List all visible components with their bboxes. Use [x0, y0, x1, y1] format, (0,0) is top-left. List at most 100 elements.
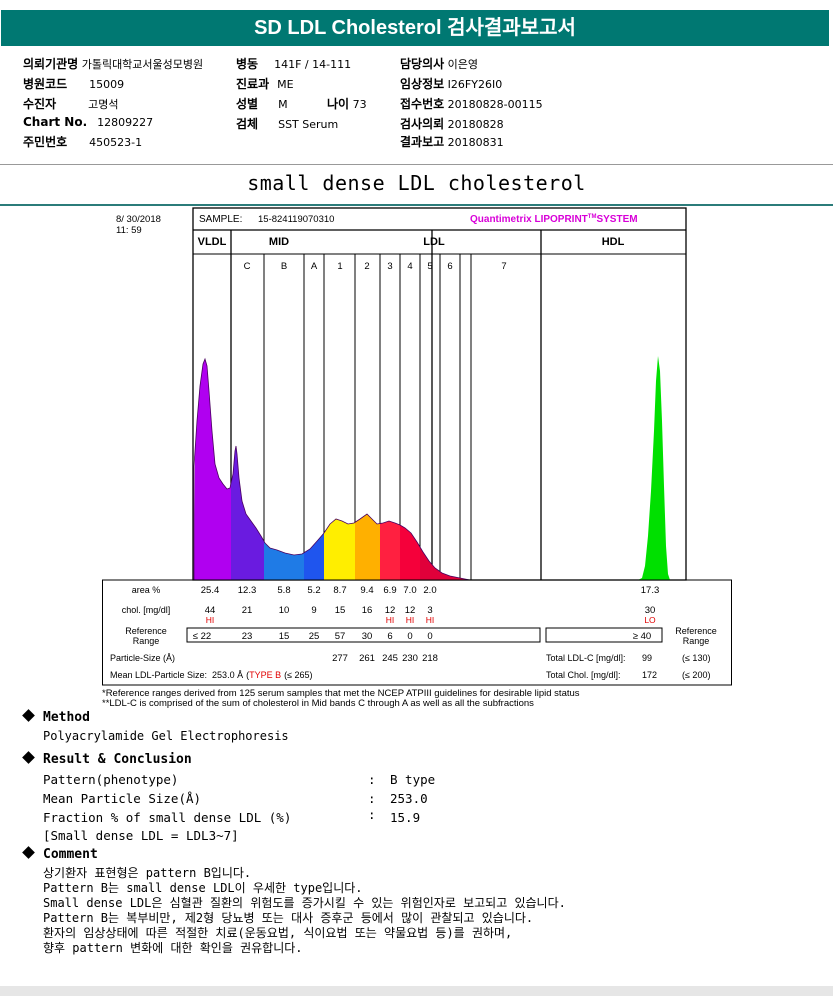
curve-segment-5 [324, 519, 355, 580]
chol-value: 16 [362, 605, 373, 616]
band-label: B [281, 261, 287, 272]
group-label-ldl: LDL [423, 236, 445, 248]
info-label: 담당의사 [400, 57, 445, 71]
chart-date: 8/ 30/2018 [116, 214, 161, 225]
ref-value: 6 [387, 631, 392, 642]
info-value: 12809227 [97, 116, 154, 129]
area-value: 9.4 [360, 585, 373, 596]
method-text: Polyacrylamide Gel Electrophoresis [43, 729, 289, 743]
result-value-size: 253.0 [390, 791, 428, 806]
info-value: 15009 [89, 78, 125, 91]
ref-value: 15 [279, 631, 290, 642]
mean-size-type: TYPE B [249, 670, 281, 680]
result-label: Pattern(phenotype) [43, 772, 179, 787]
info-value: 20180828-00115 [447, 98, 543, 111]
total-ldl-value: 99 [642, 653, 652, 663]
info-label: Chart No. [23, 115, 88, 129]
ref-value: 0 [407, 631, 412, 642]
chol-value: 9 [311, 605, 316, 616]
info-ward: 병동 141F / 14-111 [236, 55, 351, 72]
chol-value: 15 [335, 605, 346, 616]
chart-sample-id: 15-824119070310 [258, 214, 334, 225]
info-request-date: 검사의뢰 20180828 [400, 115, 504, 132]
band-label: A [311, 261, 318, 272]
info-label: 병동 [236, 57, 259, 71]
info-department: 진료과 ME [236, 75, 294, 92]
info-label: 접수번호 [400, 97, 445, 111]
result-heading-text: Result & Conclusion [43, 752, 192, 767]
group-label-vldl: VLDL [198, 236, 227, 248]
result-colon: : [368, 772, 376, 787]
particle-size-value: 245 [382, 653, 398, 664]
info-value: 450523-1 [89, 136, 143, 149]
particle-size-value: 277 [332, 653, 348, 664]
particle-size-label: Particle-Size (Å) [110, 653, 175, 663]
info-sex: 성별 M [236, 95, 288, 112]
band-label: 4 [407, 261, 412, 272]
comment-line: 향후 pattern 변화에 대한 확인을 권유합니다. [43, 941, 303, 955]
band-label: 7 [501, 261, 506, 272]
result-label: Mean Particle Size(Å) [43, 791, 202, 806]
info-value: 고명석 [88, 98, 119, 111]
lipoprint-title: small dense LDL cholesterol [247, 171, 586, 195]
band-label: 6 [447, 261, 452, 272]
band-label: 1 [337, 261, 342, 272]
total-chol-label: Total Chol. [mg/dl]: [546, 670, 621, 680]
chart-sample-label: SAMPLE: [199, 214, 242, 225]
info-value: ME [277, 78, 294, 91]
band-label: 5 [427, 261, 432, 272]
info-value: 가톨릭대학교서울성모병원 [81, 58, 204, 71]
info-age: 나이 73 [327, 95, 367, 112]
info-label: 검체 [236, 117, 259, 131]
area-label: area % [132, 585, 161, 595]
chol-label: chol. [mg/dl] [122, 605, 171, 615]
info-label: 결과보고 [400, 135, 445, 149]
info-label: 주민번호 [23, 135, 68, 149]
info-chart-no: Chart No. 12809227 [23, 115, 153, 129]
ref-label-2: Range [133, 636, 160, 646]
lipoprint-chart: 8/ 30/2018 11: 59 SAMPLE: 15-82411907031… [102, 206, 732, 686]
band-label: C [244, 261, 251, 272]
info-value: 141F / 14-111 [274, 58, 352, 71]
ref-value: 30 [362, 631, 373, 642]
group-label-hdl: HDL [602, 236, 625, 248]
info-label: 성별 [236, 97, 259, 111]
ref-value: ≤ 22 [193, 631, 211, 642]
ref-value: ≥ 40 [633, 631, 651, 642]
report-title: SD LDL Cholesterol 검사결과보고서 [1, 10, 829, 46]
info-clinical: 임상정보 I26FY26I0 [400, 75, 502, 92]
info-doctor: 담당의사 이은영 [400, 55, 478, 72]
chart-brand: Quantimetrix LIPOPRINTTMSYSTEM [470, 214, 638, 225]
ref-value: 23 [242, 631, 253, 642]
info-patient-name: 수진자 고명석 [23, 95, 119, 112]
info-hospital: 의뢰기관명 가톨릭대학교서울성모병원 [23, 55, 203, 72]
info-hospital-code: 병원코드 15009 [23, 75, 124, 92]
info-value: 20180831 [447, 136, 504, 149]
particle-size-value: 230 [402, 653, 418, 664]
result-colon: : [368, 791, 376, 806]
info-specimen: 검체 SST Serum [236, 115, 338, 132]
area-value: 5.8 [277, 585, 290, 596]
info-resident-no: 주민번호 450523-1 [23, 133, 142, 150]
method-heading: Method [22, 709, 90, 725]
area-value: 2.0 [423, 585, 436, 596]
ref-value: 57 [335, 631, 346, 642]
area-value: 7.0 [403, 585, 416, 596]
chol-flag: LO [644, 615, 656, 625]
group-label-mid: MID [269, 236, 289, 248]
total-ldl-ref: (≤ 130) [682, 653, 710, 663]
ref-label-right-2: Range [683, 636, 710, 646]
total-chol-ref: (≤ 200) [682, 670, 710, 680]
chol-flag: HI [386, 615, 395, 625]
chol-flag: HI [406, 615, 415, 625]
diamond-bullet-icon [22, 709, 35, 722]
curve-segment-7 [380, 521, 400, 580]
info-label: 임상정보 [400, 77, 445, 91]
info-value: 20180828 [447, 118, 504, 131]
info-value: 이은영 [447, 58, 479, 71]
area-value: 5.2 [307, 585, 320, 596]
result-colon: : [368, 807, 376, 822]
brand-tm: TM [588, 214, 597, 220]
result-value-pattern: B type [390, 772, 436, 787]
info-accession: 접수번호 20180828-00115 [400, 95, 543, 112]
